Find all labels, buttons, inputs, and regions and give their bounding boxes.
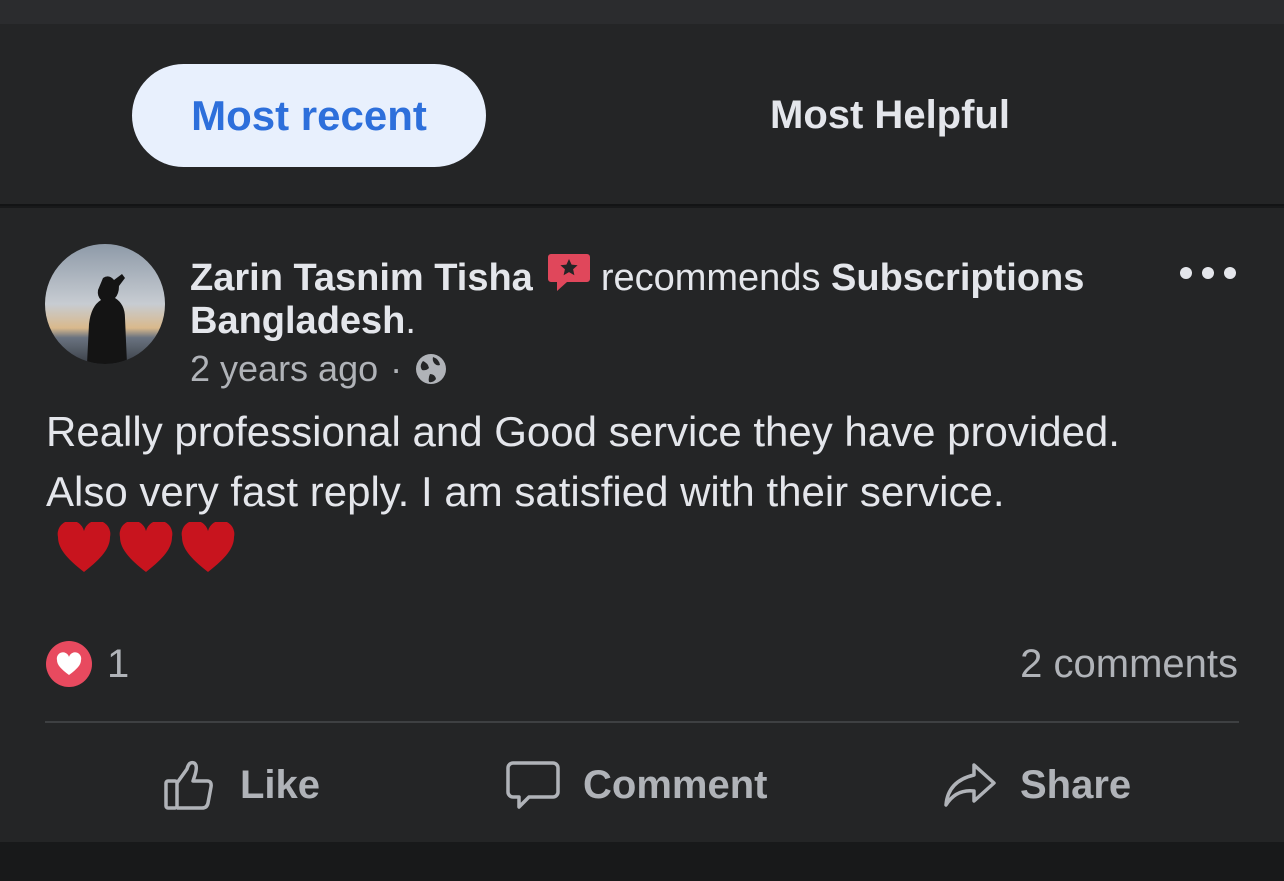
recommendation-star-icon [547,254,590,291]
recommends-verb: recommends [600,257,821,299]
avatar[interactable] [45,244,165,364]
review-filter-bar: Most recent Most Helpful [0,24,1284,206]
more-options-button[interactable] [1180,258,1236,288]
reaction-count: 1 [107,641,130,686]
comments-count-link[interactable]: 2 comments [1020,642,1238,687]
tab-most-recent[interactable]: Most recent [132,64,486,167]
more-dot-icon [1224,267,1236,279]
red-heart-emoji-icon [119,520,173,572]
red-heart-emoji-icon [181,520,235,572]
author-name[interactable]: Zarin Tasnim Tisha [190,257,533,299]
comment-button[interactable]: Comment [505,748,767,822]
tab-most-helpful[interactable]: Most Helpful [710,64,1070,167]
bottom-strip [0,842,1284,881]
divider [45,721,1239,723]
like-label: Like [240,762,321,807]
comment-label: Comment [583,762,768,807]
share-arrow-icon [944,763,996,807]
comment-bubble-icon [506,761,560,809]
meta-separator: · [390,348,403,389]
thumbs-up-icon [164,760,213,810]
red-heart-emoji-icon [57,520,111,572]
like-button[interactable]: Like [162,748,320,822]
post-meta: 2 years ago · [190,348,448,390]
post-timestamp[interactable]: 2 years ago [190,348,378,390]
love-reaction-icon [46,641,92,687]
more-dot-icon [1202,267,1214,279]
share-button[interactable]: Share [942,748,1131,822]
more-dot-icon [1180,267,1192,279]
heart-emojis [56,520,242,590]
review-text: Really professional and Good service the… [46,402,1206,590]
review-text-content: Really professional and Good service the… [46,408,1120,515]
share-label: Share [1020,762,1132,807]
top-strip [0,0,1284,24]
globe-icon [416,354,447,384]
reaction-summary[interactable]: 1 [45,640,129,688]
header-period: . [405,300,416,342]
post-header: Zarin Tasnim Tisha recommends Subscripti… [190,250,1150,343]
review-post-card: Zarin Tasnim Tisha recommends Subscripti… [0,208,1284,842]
